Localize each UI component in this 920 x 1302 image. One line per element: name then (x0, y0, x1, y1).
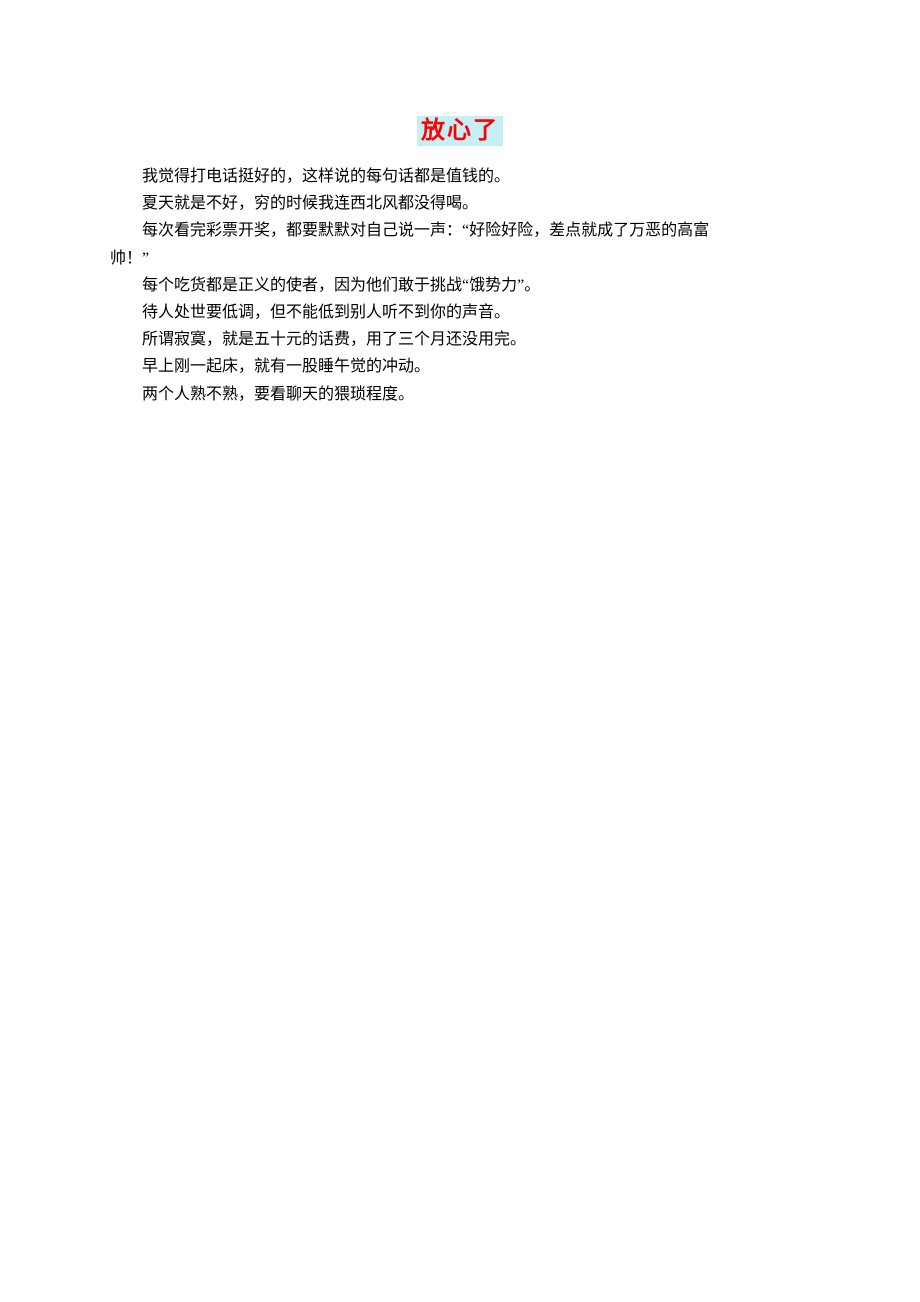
paragraph: 每次看完彩票开奖，都要默默对自己说一声：“好险好险，差点就成了万恶的高富 (110, 217, 810, 244)
paragraph: 我觉得打电话挺好的，这样说的每句话都是值钱的。 (110, 163, 810, 190)
document-content: 我觉得打电话挺好的，这样说的每句话都是值钱的。 夏天就是不好，穷的时候我连西北风… (110, 163, 810, 408)
paragraph: 每个吃货都是正义的使者，因为他们敢于挑战“饿势力”。 (110, 272, 810, 299)
paragraph: 待人处世要低调，但不能低到别人听不到你的声音。 (110, 299, 810, 326)
paragraph-continuation: 帅！” (110, 245, 810, 272)
document-title-container: 放心了 (110, 110, 810, 145)
paragraph: 所谓寂寞，就是五十元的话费，用了三个月还没用完。 (110, 326, 810, 353)
paragraph: 早上刚一起床，就有一股睡午觉的冲动。 (110, 353, 810, 380)
paragraph: 两个人熟不熟，要看聊天的猥琐程度。 (110, 381, 810, 408)
paragraph: 夏天就是不好，穷的时候我连西北风都没得喝。 (110, 190, 810, 217)
document-title: 放心了 (417, 116, 503, 146)
